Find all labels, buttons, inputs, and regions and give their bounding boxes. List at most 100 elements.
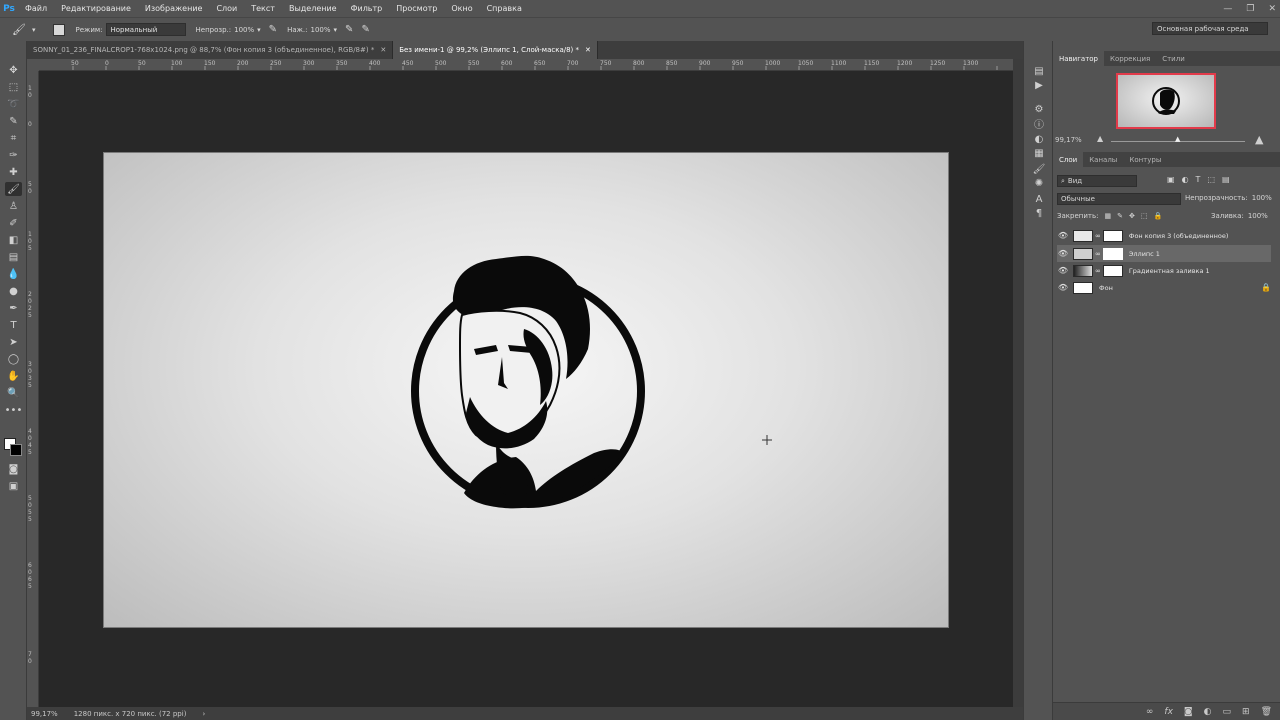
- delete-layer-icon[interactable]: 🗑: [1261, 707, 1272, 717]
- clone-source-icon[interactable]: ✺: [1032, 177, 1046, 189]
- tab-document-untitled[interactable]: Без имени-1 @ 99,2% (Эллипс 1, Слой-маск…: [393, 41, 598, 59]
- screen-mode-icon[interactable]: ▣: [5, 479, 22, 493]
- chain-icon[interactable]: ∞: [1095, 232, 1101, 240]
- brush-tool-preset-icon[interactable]: 🖌: [12, 23, 26, 36]
- filter-type-icon[interactable]: T: [1196, 175, 1201, 184]
- navigator-preview[interactable]: [1116, 73, 1216, 129]
- zoom-tool-icon[interactable]: 🔍: [5, 386, 22, 400]
- flow-dropdown-icon[interactable]: ▾: [334, 26, 338, 34]
- filter-smart-icon[interactable]: ▤: [1222, 175, 1230, 184]
- gradient-tool-icon[interactable]: ▤: [5, 250, 22, 264]
- menu-type[interactable]: Текст: [244, 4, 282, 13]
- opacity-value[interactable]: 100%: [234, 26, 254, 34]
- layer-row-gradient-fill[interactable]: 👁 ∞ Градиентная заливка 1: [1057, 262, 1271, 279]
- menu-view[interactable]: Просмотр: [389, 4, 444, 13]
- hand-tool-icon[interactable]: ✋: [5, 369, 22, 383]
- layer-style-icon[interactable]: fx: [1164, 707, 1173, 717]
- quick-mask-icon[interactable]: ◙: [5, 462, 22, 476]
- brush-tool-icon[interactable]: 🖌: [5, 182, 22, 196]
- pressure-opacity-icon[interactable]: ✎: [269, 24, 277, 35]
- crop-tool-icon[interactable]: ⌗: [5, 131, 22, 145]
- lock-transparency-icon[interactable]: ▦: [1104, 212, 1111, 220]
- pressure-size-icon[interactable]: ✎: [361, 24, 369, 35]
- blur-tool-icon[interactable]: 💧: [5, 267, 22, 281]
- layer-mask-thumbnail[interactable]: [1102, 229, 1123, 242]
- brush-size-picker[interactable]: ▾: [32, 26, 36, 34]
- status-arrow-icon[interactable]: ›: [202, 710, 205, 718]
- layer-mask-thumbnail[interactable]: [1102, 247, 1123, 260]
- airbrush-icon[interactable]: ✎: [345, 24, 353, 35]
- info-panel-icon[interactable]: ⓘ: [1032, 117, 1046, 131]
- close-tab-icon[interactable]: ✕: [585, 46, 591, 54]
- layer-filter-select[interactable]: ⌕ Вид: [1057, 175, 1137, 187]
- layer-row-background[interactable]: 👁 Фон 🔒: [1057, 279, 1271, 296]
- tab-document-sonny[interactable]: SONNY_01_236_FINALCROP1-768x1024.png @ 8…: [27, 41, 394, 59]
- filter-pixel-icon[interactable]: ▣: [1167, 175, 1175, 184]
- more-tools-icon[interactable]: •••: [5, 403, 23, 417]
- navigator-zoom-value[interactable]: 99,17%: [1055, 136, 1082, 144]
- adjustments-panel-icon[interactable]: ◐: [1032, 133, 1046, 145]
- menu-help[interactable]: Справка: [480, 4, 529, 13]
- vertical-scrollbar[interactable]: [1013, 59, 1023, 707]
- channels-panel-icon[interactable]: ▦: [1032, 147, 1046, 159]
- new-layer-icon[interactable]: ⊞: [1242, 707, 1250, 717]
- opacity-dropdown-icon[interactable]: ▾: [257, 26, 261, 34]
- mode-select[interactable]: Нормальный: [105, 23, 186, 36]
- properties-panel-icon[interactable]: ⚙: [1032, 103, 1046, 115]
- pen-tool-icon[interactable]: ✒: [5, 301, 22, 315]
- menu-select[interactable]: Выделение: [282, 4, 344, 13]
- history-brush-icon[interactable]: ✐: [5, 216, 22, 230]
- link-layers-icon[interactable]: ∞: [1146, 707, 1154, 717]
- fill-value[interactable]: 100%: [1248, 212, 1268, 220]
- layer-mask-thumbnail[interactable]: [1102, 264, 1123, 277]
- tab-layers[interactable]: Слои: [1053, 152, 1084, 167]
- history-panel-icon[interactable]: ▤: [1032, 65, 1046, 77]
- minimize-icon[interactable]: —: [1223, 4, 1232, 14]
- new-adjustment-icon[interactable]: ◐: [1204, 707, 1212, 717]
- zoom-slider-handle[interactable]: ▲: [1175, 135, 1180, 143]
- quick-select-tool-icon[interactable]: ✎: [5, 114, 22, 128]
- menu-window[interactable]: Окно: [444, 4, 479, 13]
- lock-pixels-icon[interactable]: ✎: [1117, 212, 1123, 220]
- stamp-tool-icon[interactable]: ♙: [5, 199, 22, 213]
- tab-paths[interactable]: Контуры: [1123, 152, 1167, 167]
- document-info[interactable]: 1280 пикс. x 720 пикс. (72 ppi): [74, 710, 187, 718]
- tab-channels[interactable]: Каналы: [1083, 152, 1123, 167]
- lock-artboard-icon[interactable]: ⬚: [1141, 212, 1148, 220]
- close-icon[interactable]: ✕: [1268, 4, 1276, 14]
- add-mask-icon[interactable]: ◙: [1184, 707, 1193, 717]
- document-canvas[interactable]: [103, 152, 949, 628]
- filter-adjustment-icon[interactable]: ◐: [1182, 175, 1189, 184]
- horizontal-ruler[interactable]: 50 0 50 100 150 200 250 300 350 400 450 …: [39, 59, 1013, 71]
- actions-play-icon[interactable]: ▶: [1032, 79, 1046, 91]
- menu-layers[interactable]: Слои: [209, 4, 244, 13]
- visibility-eye-icon[interactable]: 👁: [1057, 283, 1069, 292]
- ruler-corner[interactable]: [27, 59, 39, 71]
- dodge-tool-icon[interactable]: ●: [5, 284, 22, 298]
- visibility-eye-icon[interactable]: 👁: [1057, 266, 1069, 275]
- type-tool-icon[interactable]: T: [5, 318, 22, 332]
- zoom-level[interactable]: 99,17%: [31, 710, 58, 718]
- move-tool-icon[interactable]: ✥: [5, 63, 22, 77]
- character-panel-icon[interactable]: A: [1032, 193, 1046, 205]
- layer-row-merged[interactable]: 👁 ∞ Фон копия 3 (объединенное): [1057, 227, 1271, 244]
- blend-mode-select[interactable]: Обычные: [1057, 193, 1181, 205]
- brush-settings-icon[interactable]: 🖌: [1032, 163, 1046, 175]
- visibility-eye-icon[interactable]: 👁: [1057, 249, 1069, 258]
- workspace-select[interactable]: Основная рабочая среда: [1152, 22, 1268, 35]
- close-tab-icon[interactable]: ✕: [380, 46, 386, 54]
- visibility-eye-icon[interactable]: 👁: [1057, 231, 1069, 240]
- layer-row-ellipse[interactable]: 👁 ∞ Эллипс 1: [1057, 245, 1271, 262]
- flow-value[interactable]: 100%: [311, 26, 331, 34]
- new-group-icon[interactable]: ▭: [1223, 707, 1232, 717]
- zoom-out-icon[interactable]: ▲: [1097, 134, 1103, 143]
- menu-file[interactable]: Файл: [18, 4, 54, 13]
- background-color-swatch[interactable]: [10, 444, 22, 456]
- zoom-in-icon[interactable]: ▲: [1255, 133, 1263, 146]
- chain-icon[interactable]: ∞: [1095, 267, 1101, 275]
- path-select-tool-icon[interactable]: ➤: [5, 335, 22, 349]
- eyedropper-tool-icon[interactable]: ✑: [5, 148, 22, 162]
- lock-all-icon[interactable]: 🔒: [1153, 212, 1162, 220]
- vertical-ruler[interactable]: 1 0 0 5 0 1 0 5 2 0 2 5 3 0 3 5 4 0 4 5 …: [27, 71, 39, 707]
- chain-icon[interactable]: ∞: [1095, 250, 1101, 258]
